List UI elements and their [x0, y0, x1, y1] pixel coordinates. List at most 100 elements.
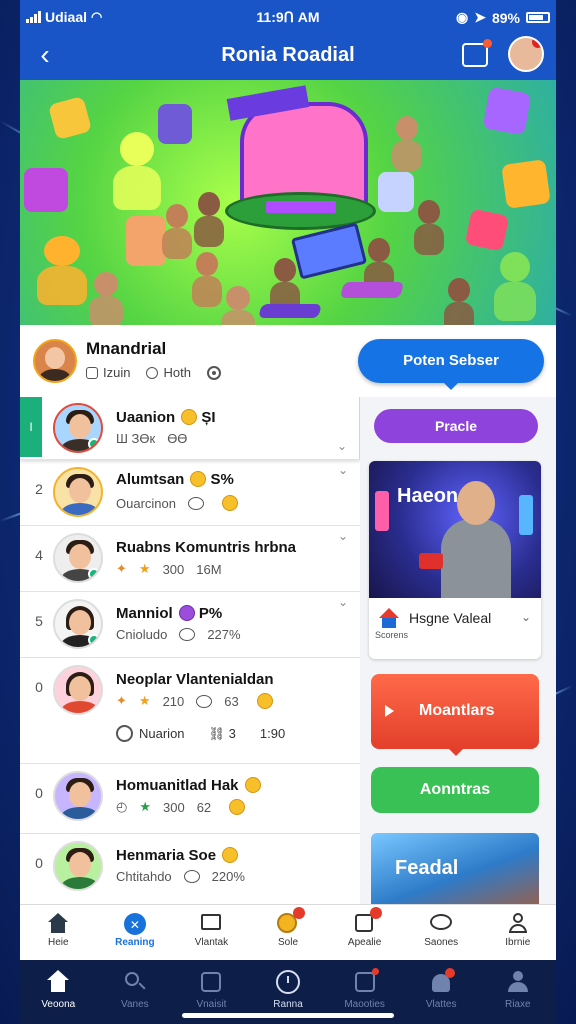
chevron-down-icon[interactable]: ⌄: [338, 463, 348, 477]
notification-dot: [369, 907, 382, 919]
comment-icon: [183, 870, 200, 883]
tab-saones[interactable]: Saones: [403, 905, 480, 961]
profile-meta: Izuin Hoth: [86, 365, 221, 380]
notification-dot: [293, 907, 306, 919]
profile-avatar[interactable]: [33, 339, 77, 383]
banner-character: [221, 286, 255, 325]
list-item-title: Manniol P%: [116, 605, 223, 622]
list-item-subtitle: ◴ ★ 300 62: [116, 799, 246, 815]
extra-label: Nuarion: [139, 726, 185, 741]
profile-name: Mnandrial: [86, 339, 167, 358]
user-avatar[interactable]: [508, 36, 544, 72]
banner-tablet-illustration: [290, 222, 368, 280]
profile-meta-item[interactable]: Hoth: [146, 365, 191, 380]
emoji-icon: [229, 799, 246, 815]
sysnav-riaxe[interactable]: Riaxe: [479, 960, 556, 1024]
list-item-title: Ruabns Komuntris hrbna: [116, 539, 297, 556]
list-item-subtitle: Chtitahdo 220%: [116, 869, 245, 884]
avatar: [53, 841, 103, 891]
tab-label: Sole: [278, 937, 299, 948]
card-title: Hsgne Valeal: [409, 610, 492, 626]
search-icon: [123, 970, 147, 994]
list-item-title: Henmaria Soe: [116, 847, 239, 864]
featured-card-image: Haeon: [369, 461, 541, 598]
follow-button[interactable]: Poten Sebser: [358, 339, 544, 390]
star-icon: ★: [138, 693, 151, 708]
like-icon: ✦: [116, 693, 127, 708]
avatar: [53, 403, 103, 453]
chevron-down-icon[interactable]: ⌄: [337, 439, 347, 453]
sysnav-label: Riaxe: [504, 999, 531, 1010]
tab-label: Apealie: [347, 937, 382, 948]
list-item[interactable]: 2 Alumtsan S% Ouarcinon ⌄: [20, 459, 360, 526]
star-icon: ★: [139, 799, 151, 814]
chevron-down-icon[interactable]: ⌄: [521, 610, 531, 624]
profile-meta-label: Hoth: [163, 365, 191, 380]
tab-reaning[interactable]: ✕ Reaning: [97, 905, 174, 961]
pracle-button[interactable]: Pracle: [374, 409, 538, 443]
hero-banner[interactable]: [20, 80, 556, 325]
list-item[interactable]: 5 Manniol P% Cnioludo 227% ⌄: [20, 591, 360, 658]
star-icon: ★: [138, 561, 151, 576]
home-indicator[interactable]: [182, 1013, 394, 1018]
emoji-icon: [256, 693, 273, 709]
rank-number: 0: [35, 855, 43, 871]
list-item[interactable]: 0 Homuanitlad Hak ◴ ★ 300 62: [20, 763, 360, 834]
sysnav-label: Ranna: [273, 999, 303, 1010]
chevron-down-icon[interactable]: ⌄: [338, 595, 348, 609]
tab-label: Saones: [424, 937, 459, 948]
list-item[interactable]: 0 Henmaria Soe Chtitahdo 220%: [20, 833, 360, 904]
sysnav-veoona[interactable]: Veoona: [20, 960, 97, 1024]
sysnav-label: Maooties: [344, 999, 385, 1010]
tab-apealie[interactable]: Apealie: [326, 905, 403, 961]
tab-heie[interactable]: Heie: [20, 905, 97, 961]
list-item[interactable]: I Uaanion ȘI Ш ЗӨк ӨӨ ⌄: [20, 397, 360, 460]
active-indicator: I: [20, 397, 42, 457]
emoji-icon: [190, 471, 207, 487]
chevron-down-icon[interactable]: ⌄: [338, 529, 348, 543]
banner-character: [494, 252, 536, 321]
tab-label: Vlantak: [194, 937, 229, 948]
comment-icon: [196, 694, 213, 708]
chat-icon: [430, 913, 453, 933]
secondary-card[interactable]: Feadal: [371, 833, 539, 904]
settings-icon[interactable]: [206, 365, 221, 380]
rank-number: 5: [35, 613, 43, 629]
list-item-extra: Nuarion ⛓ 3 1:90: [116, 725, 285, 742]
moantlars-button[interactable]: Moantlars: [371, 674, 539, 756]
box-icon: [199, 970, 223, 994]
avatar: [53, 467, 103, 517]
sysnav-label: Vlattes: [425, 999, 457, 1010]
rank-number: 0: [35, 679, 43, 695]
aonntras-button[interactable]: Aonntras: [371, 767, 539, 813]
sysnav-vlattes[interactable]: Vlattes: [403, 960, 480, 1024]
tab-ibrnie[interactable]: Ibrnie: [479, 905, 556, 961]
emoji-icon: [178, 605, 195, 621]
coin-icon: [277, 907, 306, 933]
banner-mat-illustration: [339, 282, 405, 298]
sysnav-label: Vnaisit: [196, 999, 227, 1010]
sysnav-vanes[interactable]: Vanes: [97, 960, 174, 1024]
profile-meta-item[interactable]: Izuin: [86, 365, 130, 380]
banner-character: [113, 132, 161, 211]
list-item[interactable]: 4 Ruabns Komuntris hrbna ✦ ★ 300 16M ⌄: [20, 525, 360, 592]
tab-label: Reaning: [115, 937, 155, 948]
tab-sole[interactable]: Sole: [250, 905, 327, 961]
battery-percent: 89%: [491, 9, 520, 26]
avatar: [53, 533, 103, 583]
featured-card[interactable]: Haeon Hsgne Valeal Scorens ⌄: [369, 461, 541, 659]
tab-vlantak[interactable]: Vlantak: [173, 905, 250, 961]
extra-value: 1:90: [259, 726, 286, 741]
secondary-card-heading: Feadal: [395, 857, 459, 879]
alarm-icon: ◉: [456, 9, 469, 25]
rank-number: 2: [35, 481, 43, 497]
verified-icon: [88, 634, 100, 646]
notifications-icon[interactable]: [462, 39, 492, 67]
avatar: [53, 771, 103, 821]
tab-bar: Heie ✕ Reaning Vlantak Sole Apealie Saon…: [20, 904, 556, 961]
banner-character: [413, 200, 445, 256]
list-item[interactable]: 0 Neoplar Vlantenialdan ✦ ★ 210 63 Nuarion …: [20, 657, 360, 764]
battery-icon: [526, 12, 550, 23]
person-icon: [506, 970, 530, 994]
list-item-title: Alumtsan S%: [116, 471, 234, 488]
